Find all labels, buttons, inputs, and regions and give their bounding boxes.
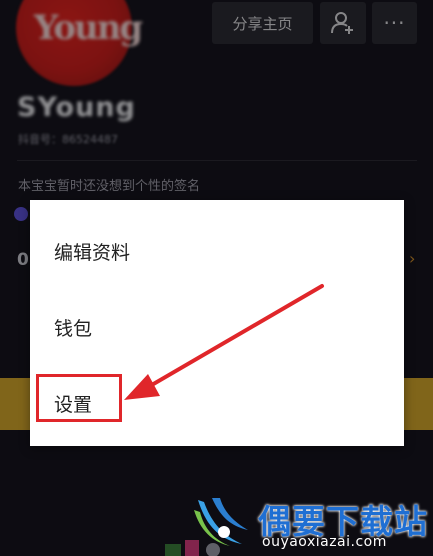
settings-highlight-box	[36, 374, 122, 422]
watermark-url: ouyaoxiazai.com	[262, 534, 387, 550]
watermark-logo-icon	[194, 498, 248, 546]
menu-item-edit-profile[interactable]: 编辑资料	[54, 238, 130, 265]
menu-item-wallet[interactable]: 钱包	[54, 314, 92, 341]
